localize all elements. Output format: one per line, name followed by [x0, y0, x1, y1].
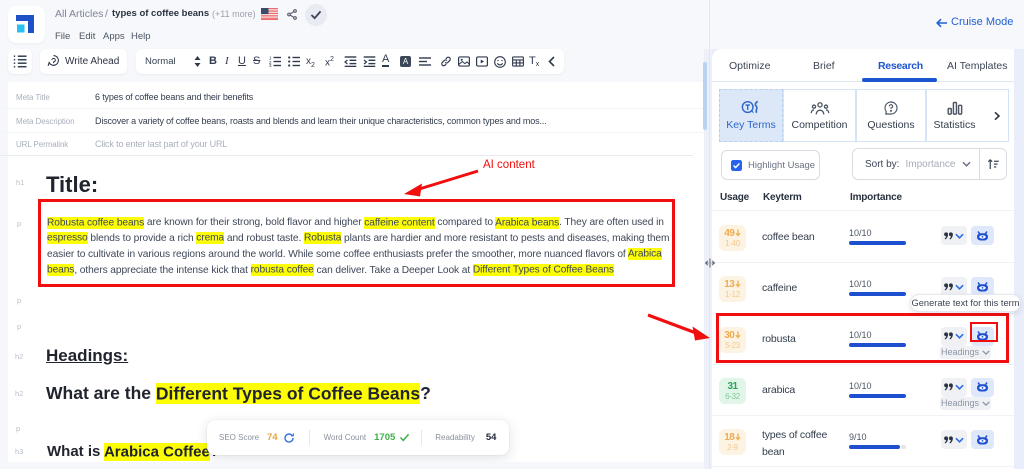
- svg-text:3: 3: [269, 63, 272, 67]
